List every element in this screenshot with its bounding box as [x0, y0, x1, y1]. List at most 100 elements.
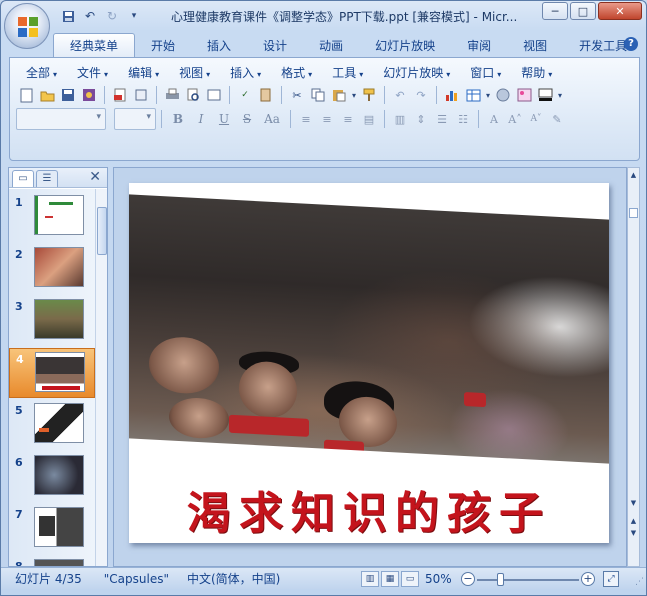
grow-font-icon[interactable]: A˄: [505, 109, 525, 129]
tab-insert[interactable]: 插入: [191, 35, 247, 57]
underline-button[interactable]: U: [213, 109, 235, 129]
slide-editor-scrollbar[interactable]: ▲ ▼ ▲ ▼: [627, 167, 640, 567]
save-icon[interactable]: [59, 8, 77, 24]
shrink-font-icon[interactable]: A˅: [526, 109, 546, 129]
insert-table-icon[interactable]: [463, 85, 483, 105]
slide-thumbnail-2[interactable]: 2: [9, 244, 95, 294]
justify-icon[interactable]: ▤: [359, 109, 379, 129]
change-case-button[interactable]: Aa: [259, 109, 285, 129]
paste-icon[interactable]: [329, 85, 349, 105]
print-preview-icon[interactable]: [183, 85, 203, 105]
resize-grip-icon[interactable]: ⋰: [635, 577, 644, 587]
clear-formatting-icon[interactable]: ✎: [547, 109, 567, 129]
slide-thumbnail-1[interactable]: 1: [9, 192, 95, 242]
maximize-button[interactable]: □: [570, 2, 596, 20]
zoom-out-icon[interactable]: −: [461, 572, 475, 586]
slide-thumbnail-6[interactable]: 6: [9, 452, 95, 502]
copy-icon[interactable]: [308, 85, 328, 105]
align-center-icon[interactable]: ≡: [317, 109, 337, 129]
color-fill-icon[interactable]: [535, 85, 555, 105]
strikethrough-button[interactable]: S: [236, 109, 258, 129]
menu-format[interactable]: 格式 ▾: [271, 64, 322, 82]
redo-icon[interactable]: ↷: [411, 85, 431, 105]
new-document-icon[interactable]: [16, 85, 36, 105]
chevron-down-icon[interactable]: ▾: [484, 85, 492, 105]
office-button[interactable]: [4, 3, 50, 49]
permission-icon[interactable]: [79, 85, 99, 105]
open-folder-icon[interactable]: [37, 85, 57, 105]
menu-file[interactable]: 文件 ▾: [67, 64, 118, 82]
menu-window[interactable]: 窗口 ▾: [460, 64, 511, 82]
current-slide[interactable]: 渴求知识的孩子: [129, 183, 609, 543]
save-icon[interactable]: [58, 85, 78, 105]
print-icon[interactable]: [162, 85, 182, 105]
cut-icon[interactable]: ✂: [287, 85, 307, 105]
help-icon[interactable]: ?: [624, 37, 638, 51]
menu-edit[interactable]: 编辑 ▾: [118, 64, 169, 82]
format-painter-icon[interactable]: [359, 85, 379, 105]
research-icon[interactable]: [256, 85, 276, 105]
tab-view[interactable]: 视图: [507, 35, 563, 57]
slide-thumbnail-8[interactable]: 8: [9, 556, 95, 566]
next-slide-icon[interactable]: ▼: [629, 528, 638, 538]
slide-title[interactable]: 渴求知识的孩子: [129, 477, 609, 541]
previous-slide-icon[interactable]: ▲: [629, 516, 638, 526]
language-indicator[interactable]: 中文(简体，中国): [177, 570, 288, 587]
attach-icon[interactable]: [131, 85, 151, 105]
align-left-icon[interactable]: ≡: [296, 109, 316, 129]
slide-layout-icon[interactable]: [204, 85, 224, 105]
insert-picture-icon[interactable]: [514, 85, 534, 105]
tab-slideshow[interactable]: 幻灯片放映: [359, 35, 451, 57]
bullets-icon[interactable]: ☰: [432, 109, 452, 129]
chevron-down-icon[interactable]: ▾: [350, 85, 358, 105]
italic-button[interactable]: I: [190, 109, 212, 129]
customize-qat-icon[interactable]: ▾: [125, 8, 143, 24]
insert-chart-icon[interactable]: [442, 85, 462, 105]
tab-home[interactable]: 开始: [135, 35, 191, 57]
slides-panel-scrollbar[interactable]: [95, 189, 107, 566]
menu-slideshow[interactable]: 幻灯片放映 ▾: [373, 64, 460, 82]
tab-review[interactable]: 审阅: [451, 35, 507, 57]
normal-view-icon[interactable]: ▥: [361, 571, 379, 587]
line-spacing-icon[interactable]: ⇕: [411, 109, 431, 129]
fit-to-window-icon[interactable]: ⤢: [603, 571, 619, 587]
font-color-icon[interactable]: A: [484, 109, 504, 129]
menu-view[interactable]: 视图 ▾: [169, 64, 220, 82]
pdf-export-icon[interactable]: [110, 85, 130, 105]
zoom-slider[interactable]: [477, 579, 579, 581]
font-size-select[interactable]: [114, 108, 156, 130]
minimize-button[interactable]: ─: [542, 2, 568, 20]
undo-icon[interactable]: ↶: [390, 85, 410, 105]
zoom-level[interactable]: 50%: [425, 572, 452, 586]
zoom-in-icon[interactable]: +: [581, 572, 595, 586]
scrollbar-thumb[interactable]: [97, 207, 107, 255]
tab-design[interactable]: 设计: [247, 35, 303, 57]
numbering-icon[interactable]: ☷: [453, 109, 473, 129]
tab-animations[interactable]: 动画: [303, 35, 359, 57]
undo-icon[interactable]: ↶: [81, 8, 99, 24]
text-direction-icon[interactable]: ▥: [390, 109, 410, 129]
chevron-down-icon[interactable]: ▾: [556, 85, 564, 105]
slideshow-view-icon[interactable]: ▭: [401, 571, 419, 587]
tab-slides-thumbnails[interactable]: ▭: [12, 170, 34, 187]
align-right-icon[interactable]: ≡: [338, 109, 358, 129]
theme-name[interactable]: "Capsules": [90, 572, 177, 586]
slide-thumbnail-3[interactable]: 3: [9, 296, 95, 346]
menu-insert[interactable]: 插入 ▾: [220, 64, 271, 82]
menu-tools[interactable]: 工具 ▾: [322, 64, 373, 82]
font-name-select[interactable]: [16, 108, 106, 130]
close-button[interactable]: ✕: [598, 2, 642, 20]
scroll-up-icon[interactable]: ▲: [629, 170, 638, 180]
slide-sorter-view-icon[interactable]: ▦: [381, 571, 399, 587]
slide-thumbnail-5[interactable]: 5: [9, 400, 95, 450]
insert-object-icon[interactable]: [493, 85, 513, 105]
close-panel-icon[interactable]: ✕: [89, 169, 101, 185]
bold-button[interactable]: B: [167, 109, 189, 129]
menu-all[interactable]: 全部 ▾: [16, 64, 67, 82]
zoom-slider-knob[interactable]: [496, 573, 504, 586]
tab-classic-menu[interactable]: 经典菜单: [53, 33, 136, 57]
redo-icon[interactable]: ↻: [103, 8, 121, 24]
slide-thumbnail-4[interactable]: 4: [9, 348, 95, 398]
spelling-icon[interactable]: ✓: [235, 85, 255, 105]
scroll-down-icon[interactable]: ▼: [629, 498, 638, 508]
